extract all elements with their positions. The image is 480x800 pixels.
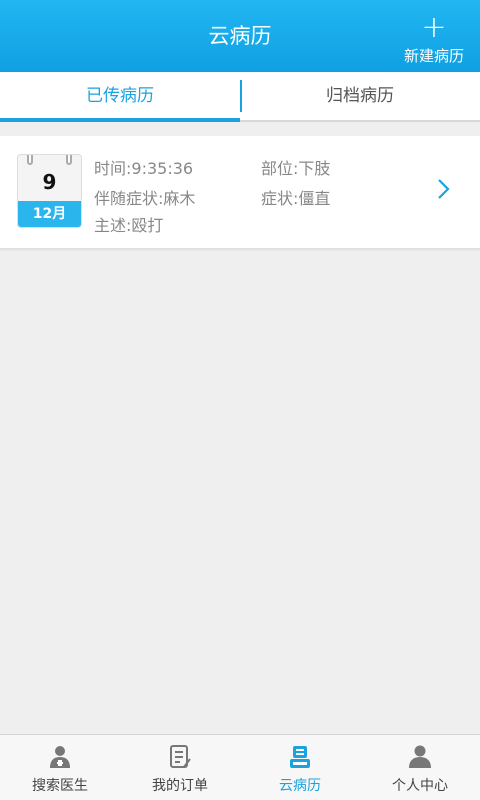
calendar-icon: 9 12月 bbox=[17, 154, 82, 228]
nav-label: 个人中心 bbox=[392, 778, 448, 794]
bottom-nav: 搜索医生 我的订单 云病历 个人中心 bbox=[0, 734, 480, 800]
nav-my-orders[interactable]: 我的订单 bbox=[120, 735, 240, 800]
app-header: 云病历 + 新建病历 bbox=[0, 0, 480, 72]
record-complaint: 主述:殴打 bbox=[94, 216, 164, 235]
record-site: 部位:下肢 bbox=[261, 159, 331, 178]
calendar-ring bbox=[27, 155, 33, 165]
doctor-icon bbox=[50, 746, 70, 768]
order-icon bbox=[170, 745, 191, 768]
tab-archived-records[interactable]: 归档病历 bbox=[240, 72, 480, 120]
record-day: 9 bbox=[42, 170, 57, 194]
record-icon bbox=[290, 746, 310, 768]
plus-icon: + bbox=[421, 10, 447, 45]
record-card[interactable]: 9 12月 bbox=[0, 136, 480, 248]
record-symptom: 症状:僵直 bbox=[261, 189, 331, 208]
new-record-button[interactable]: + 新建病历 bbox=[400, 10, 468, 66]
nav-label: 我的订单 bbox=[152, 778, 208, 794]
nav-personal-center[interactable]: 个人中心 bbox=[360, 735, 480, 800]
record-tabs: 已传病历 归档病历 bbox=[0, 72, 480, 122]
nav-label: 云病历 bbox=[279, 778, 321, 794]
nav-search-doctor[interactable]: 搜索医生 bbox=[0, 735, 120, 800]
active-tab-indicator bbox=[0, 118, 240, 122]
record-time: 时间:9:35:36 bbox=[94, 159, 194, 178]
new-record-label: 新建病历 bbox=[403, 47, 464, 65]
record-accompanying-symptom: 伴随症状:麻木 bbox=[94, 189, 196, 208]
nav-label: 搜索医生 bbox=[32, 778, 88, 794]
tab-uploaded-records[interactable]: 已传病历 bbox=[0, 72, 240, 120]
calendar-ring bbox=[66, 155, 72, 165]
chevron-right-icon[interactable] bbox=[432, 178, 454, 200]
nav-cloud-records[interactable]: 云病历 bbox=[240, 735, 360, 800]
person-icon bbox=[409, 745, 431, 768]
record-month: 12月 bbox=[18, 201, 81, 227]
